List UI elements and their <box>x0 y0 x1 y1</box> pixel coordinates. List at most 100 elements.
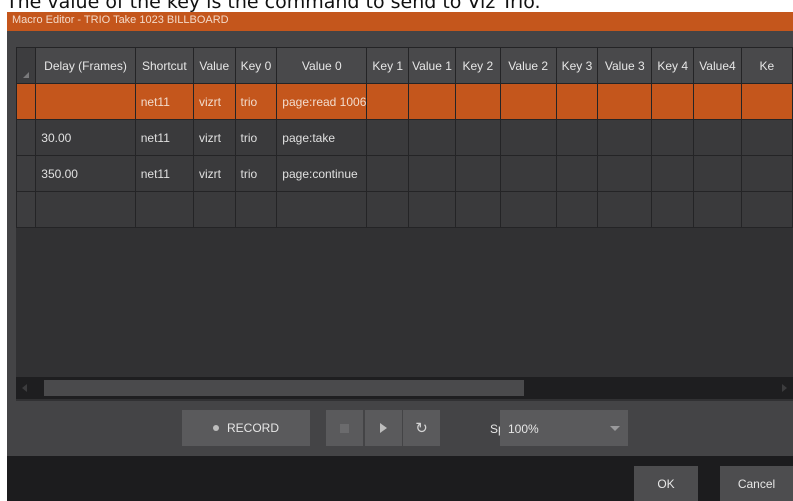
grid-cell[interactable]: vizrt <box>192 155 236 192</box>
grid-cell[interactable] <box>597 119 653 156</box>
grid-cell[interactable]: vizrt <box>192 119 236 156</box>
record-button[interactable]: RECORD <box>182 410 310 446</box>
grid-cell[interactable] <box>693 155 742 192</box>
table-row-selected[interactable]: net11 vizrt trio page:read 1006 <box>16 83 793 120</box>
ok-button[interactable]: OK <box>634 466 698 501</box>
macro-table: Delay (Frames) Shortcut Value Key 0 Valu… <box>16 47 793 228</box>
grid-cell[interactable]: 30.00 <box>35 119 136 156</box>
grid-cell[interactable]: page:continue <box>276 155 368 192</box>
grid-cell[interactable] <box>499 83 557 120</box>
grid-cell[interactable] <box>366 83 410 120</box>
grid-cell[interactable] <box>366 155 410 192</box>
column-header[interactable]: Value 1 <box>408 47 456 84</box>
grid-cell[interactable] <box>555 119 599 156</box>
grid-cell[interactable] <box>597 191 653 228</box>
grid-cell[interactable] <box>366 119 410 156</box>
row-header[interactable] <box>16 191 37 228</box>
caption-text: The value of the key is the command to s… <box>6 0 541 12</box>
speed-select[interactable]: 100% <box>500 410 628 446</box>
grid-cell[interactable] <box>740 119 793 156</box>
grid-cell[interactable] <box>740 155 793 192</box>
grid-cell[interactable] <box>276 191 368 228</box>
grid-cell[interactable] <box>555 155 599 192</box>
grid-cell[interactable]: net11 <box>134 119 194 156</box>
column-header[interactable]: Key 2 <box>454 47 501 84</box>
scroll-left-icon[interactable] <box>22 384 27 392</box>
grid-cell[interactable] <box>408 155 456 192</box>
grid-cell[interactable] <box>740 83 793 120</box>
grid-cell[interactable] <box>454 83 501 120</box>
macro-editor-window: Macro Editor - TRIO Take 1023 BILLBOARD <box>7 12 793 501</box>
column-header[interactable]: Key 1 <box>366 47 410 84</box>
horizontal-scrollbar[interactable] <box>16 377 793 399</box>
grid-cell[interactable]: trio <box>234 155 278 192</box>
scrollbar-thumb[interactable] <box>44 380 524 396</box>
grid-cell[interactable]: page:read 1006 <box>276 83 368 120</box>
grid-cell[interactable] <box>366 191 410 228</box>
column-header[interactable]: Value4 <box>693 47 742 84</box>
grid-cell[interactable] <box>651 119 695 156</box>
select-all-corner[interactable] <box>16 47 37 84</box>
grid-cell[interactable]: trio <box>234 83 278 120</box>
column-header[interactable]: Key 0 <box>234 47 278 84</box>
grid-cell[interactable] <box>192 191 236 228</box>
column-header[interactable]: Value 0 <box>276 47 368 84</box>
scroll-right-icon[interactable] <box>782 384 787 392</box>
grid-cell[interactable] <box>408 83 456 120</box>
grid-cell[interactable]: net11 <box>134 83 194 120</box>
table-row[interactable]: 350.00 net11 vizrt trio page:continue <box>16 155 793 192</box>
grid-cell[interactable] <box>597 155 653 192</box>
grid-cell[interactable] <box>234 191 278 228</box>
grid-cell[interactable] <box>651 191 695 228</box>
table-row-empty[interactable] <box>16 191 793 228</box>
grid-cell[interactable] <box>597 83 653 120</box>
grid-cell[interactable] <box>693 119 742 156</box>
header-row: Delay (Frames) Shortcut Value Key 0 Valu… <box>16 47 793 84</box>
loop-icon: ↻ <box>415 419 428 437</box>
grid-cell[interactable] <box>134 191 194 228</box>
column-header[interactable]: Value 2 <box>499 47 557 84</box>
grid-cell[interactable] <box>499 155 557 192</box>
grid-cell[interactable] <box>408 119 456 156</box>
column-header[interactable]: Ke <box>740 47 793 84</box>
grid-cell[interactable] <box>35 191 136 228</box>
grid-cell[interactable] <box>499 119 557 156</box>
speed-value: 100% <box>508 422 539 436</box>
grid-cell[interactable] <box>454 119 501 156</box>
column-header[interactable]: Key 3 <box>555 47 599 84</box>
column-header[interactable]: Key 4 <box>651 47 695 84</box>
play-icon <box>380 423 387 433</box>
column-header[interactable]: Value 3 <box>597 47 653 84</box>
grid-cell[interactable] <box>35 83 136 120</box>
play-button[interactable] <box>365 410 402 446</box>
loop-button[interactable]: ↻ <box>403 410 440 446</box>
column-header[interactable]: Delay (Frames) <box>35 47 136 84</box>
grid-cell[interactable]: page:take <box>276 119 368 156</box>
grid-cell[interactable] <box>693 83 742 120</box>
grid-cell[interactable] <box>499 191 557 228</box>
stop-button[interactable] <box>326 410 363 446</box>
grid-cell[interactable] <box>408 191 456 228</box>
cancel-button[interactable]: Cancel <box>720 466 793 501</box>
grid-cell[interactable] <box>555 83 599 120</box>
table-row[interactable]: 30.00 net11 vizrt trio page:take <box>16 119 793 156</box>
grid-cell[interactable]: vizrt <box>192 83 236 120</box>
record-icon <box>212 425 219 431</box>
column-header[interactable]: Value <box>192 47 236 84</box>
cancel-label: Cancel <box>737 476 776 491</box>
grid-cell[interactable] <box>651 83 695 120</box>
grid-cell[interactable] <box>454 155 501 192</box>
row-header[interactable] <box>16 155 37 192</box>
grid-cell[interactable] <box>555 191 599 228</box>
macro-grid: Delay (Frames) Shortcut Value Key 0 Valu… <box>16 47 793 401</box>
row-header[interactable] <box>16 83 37 120</box>
grid-cell[interactable]: 350.00 <box>35 155 136 192</box>
column-header[interactable]: Shortcut <box>134 47 194 84</box>
grid-cell[interactable] <box>693 191 742 228</box>
grid-cell[interactable] <box>651 155 695 192</box>
grid-cell[interactable]: net11 <box>134 155 194 192</box>
grid-cell[interactable]: trio <box>234 119 278 156</box>
grid-cell[interactable] <box>740 191 793 228</box>
grid-cell[interactable] <box>454 191 501 228</box>
row-header[interactable] <box>16 119 37 156</box>
